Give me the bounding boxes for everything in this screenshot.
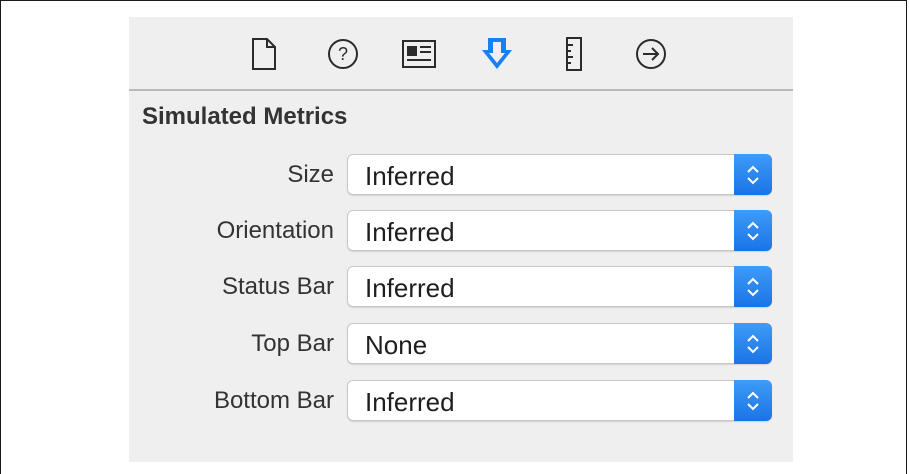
svg-text:?: ? — [338, 44, 348, 64]
metric-row-status-bar: Status Bar Inferred — [129, 265, 793, 309]
identity-icon[interactable] — [401, 36, 437, 72]
toolbar-divider — [129, 89, 793, 91]
connections-icon[interactable] — [633, 36, 669, 72]
inspector-panel: ? Simulated Metrics Size Inferred Orient… — [129, 17, 793, 462]
status-bar-popup-button[interactable]: Inferred — [347, 266, 772, 307]
metric-label: Orientation — [216, 217, 334, 244]
popup-value: Inferred — [365, 387, 455, 417]
metric-row-top-bar: Top Bar None — [129, 322, 793, 366]
orientation-popup-button[interactable]: Inferred — [347, 210, 772, 251]
metric-label: Status Bar — [221, 273, 334, 300]
chevron-up-down-icon — [734, 154, 772, 195]
section-title: Simulated Metrics — [142, 103, 348, 130]
metric-label: Top Bar — [251, 330, 334, 357]
popup-value: None — [365, 330, 428, 360]
metric-row-bottom-bar: Bottom Bar Inferred — [129, 379, 793, 423]
metric-row-size: Size Inferred — [129, 153, 793, 197]
attributes-icon[interactable] — [479, 36, 515, 72]
file-icon[interactable] — [246, 36, 282, 72]
popup-value: Inferred — [365, 217, 455, 247]
chevron-up-down-icon — [734, 210, 772, 251]
chevron-up-down-icon — [734, 323, 772, 364]
bottom-bar-popup-button[interactable]: Inferred — [347, 380, 772, 421]
chevron-up-down-icon — [734, 266, 772, 307]
help-icon[interactable]: ? — [325, 36, 361, 72]
metric-label: Bottom Bar — [213, 387, 334, 414]
size-icon[interactable] — [556, 36, 592, 72]
popup-value: Inferred — [365, 161, 455, 191]
metric-label: Size — [287, 161, 334, 188]
inspector-toolbar: ? — [129, 17, 793, 89]
chevron-up-down-icon — [734, 380, 772, 421]
popup-value: Inferred — [365, 273, 455, 303]
metric-row-orientation: Orientation Inferred — [129, 209, 793, 253]
top-bar-popup-button[interactable]: None — [347, 323, 772, 364]
size-popup-button[interactable]: Inferred — [347, 154, 772, 195]
